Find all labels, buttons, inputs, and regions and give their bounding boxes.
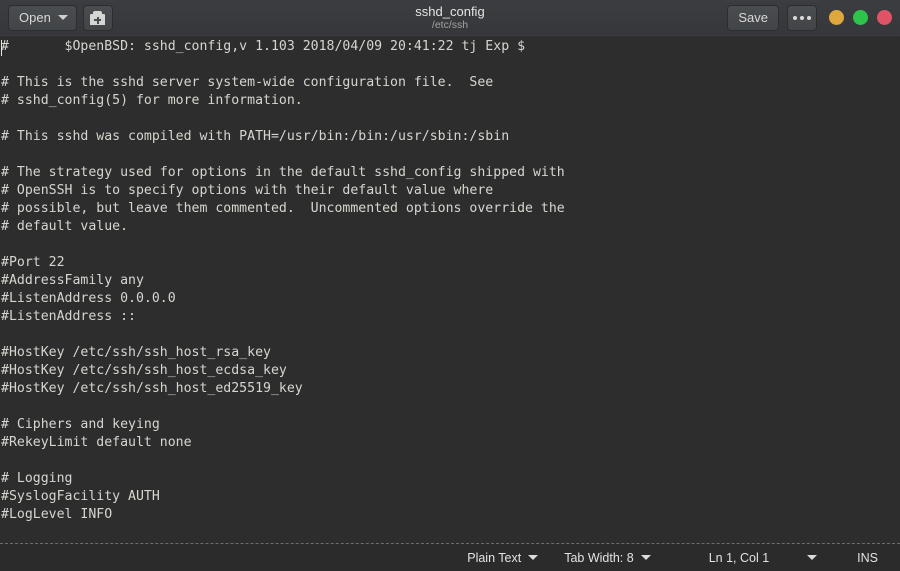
new-document-icon	[90, 10, 106, 25]
code-line: #ListenAddress ::	[1, 309, 136, 324]
open-button-label: Open	[19, 10, 51, 25]
save-button[interactable]: Save	[727, 4, 779, 31]
code-line: #HostKey /etc/ssh/ssh_host_rsa_key	[1, 345, 271, 360]
window-controls	[825, 10, 892, 25]
chevron-down-icon	[57, 15, 68, 20]
code-line: # This sshd was compiled with PATH=/usr/…	[1, 129, 510, 144]
source-code-view[interactable]: # $OpenBSD: sshd_config,v 1.103 2018/04/…	[0, 36, 900, 524]
language-label: Plain Text	[467, 550, 522, 565]
open-button[interactable]: Open	[8, 4, 77, 31]
goto-line-dropdown[interactable]	[807, 555, 818, 560]
new-document-button[interactable]	[82, 4, 113, 31]
titlebar: Open sshd_config /etc/ssh Save	[0, 0, 900, 36]
code-line: #LogLevel INFO	[1, 507, 113, 522]
code-line: # Logging	[1, 471, 73, 486]
code-line: #ListenAddress 0.0.0.0	[1, 291, 176, 306]
insert-mode-indicator[interactable]: INS	[857, 551, 878, 565]
page-title: sshd_config	[415, 4, 485, 19]
chevron-down-icon	[528, 555, 539, 560]
cursor-position-indicator[interactable]: Ln 1, Col 1	[709, 551, 769, 565]
chevron-down-icon	[640, 555, 651, 560]
code-line: #SyslogFacility AUTH	[1, 489, 160, 504]
titlebar-left-controls: Open	[8, 4, 113, 31]
save-button-label: Save	[738, 10, 768, 25]
code-line: # The strategy used for options in the d…	[1, 165, 565, 180]
code-line: # OpenSSH is to specify options with the…	[1, 183, 494, 198]
code-line: #HostKey /etc/ssh/ssh_host_ecdsa_key	[1, 363, 287, 378]
tab-width-selector[interactable]: Tab Width: 8	[564, 550, 651, 565]
code-line: #RekeyLimit default none	[1, 435, 192, 450]
code-line: #HostKey /etc/ssh/ssh_host_ed25519_key	[1, 381, 303, 396]
code-line: # $OpenBSD: sshd_config,v 1.103 2018/04/…	[1, 39, 526, 54]
code-line: # This is the sshd server system-wide co…	[1, 75, 494, 90]
code-line: # default value.	[1, 219, 129, 234]
statusbar: Plain Text Tab Width: 8 Ln 1, Col 1 INS	[0, 543, 900, 571]
minimize-button[interactable]	[829, 10, 844, 25]
code-line: # Ciphers and keying	[1, 417, 160, 432]
editor-area[interactable]: # $OpenBSD: sshd_config,v 1.103 2018/04/…	[0, 36, 900, 543]
code-line: #AddressFamily any	[1, 273, 144, 288]
maximize-button[interactable]	[853, 10, 868, 25]
titlebar-right-controls: Save	[727, 4, 892, 31]
cursor-position-label: Ln 1, Col 1	[708, 550, 770, 565]
more-options-icon	[793, 15, 811, 20]
text-editor-window: Open sshd_config /etc/ssh Save # $OpenBS…	[0, 0, 900, 571]
tab-width-label: Tab Width: 8	[564, 550, 634, 565]
chevron-down-icon	[807, 555, 818, 560]
code-line: # possible, but leave them commented. Un…	[1, 201, 565, 216]
insert-mode-label: INS	[857, 550, 878, 565]
close-button[interactable]	[877, 10, 892, 25]
main-menu-button[interactable]	[787, 4, 817, 31]
code-line: # sshd_config(5) for more information.	[1, 93, 303, 108]
code-line: #Port 22	[1, 255, 65, 270]
language-selector[interactable]: Plain Text	[467, 550, 539, 565]
page-subtitle-path: /etc/ssh	[431, 19, 469, 31]
